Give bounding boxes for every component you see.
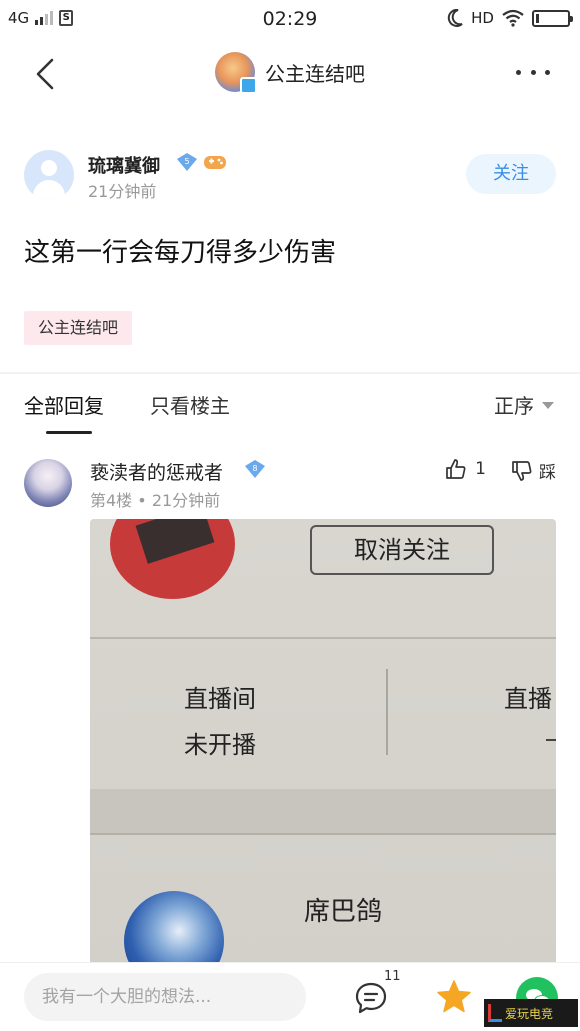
forum-avatar [215, 52, 257, 94]
thumbs-up-icon [446, 459, 466, 479]
reply-floor: 第4楼 [90, 491, 133, 510]
post-title: 这第一行会每刀得多少伤害 [24, 238, 337, 268]
thumbs-down-icon [512, 460, 532, 481]
image-dash [546, 739, 556, 741]
top-nav: 公主连结吧 [0, 42, 580, 106]
status-bar: 4G S 02:29 HD [0, 0, 580, 40]
section-divider [0, 372, 580, 374]
sort-label: 正序 [494, 394, 534, 418]
image-red-logo [110, 519, 235, 599]
post-author: 琉璃冀御 5 21分钟前 关注 [0, 148, 580, 208]
tab-owner-only[interactable]: 只看楼主 [150, 390, 230, 419]
image-profile-picture [124, 891, 224, 969]
more-icon[interactable] [516, 62, 550, 82]
reply-meta: 第4楼 • 21分钟前 [90, 487, 220, 511]
image-divider-2 [90, 833, 556, 835]
image-live-room-partial: 直播 [504, 685, 552, 713]
forum-title: 公主连结吧 [265, 61, 365, 86]
site-watermark: 爱玩电竞 [484, 999, 578, 1027]
reply-image[interactable]: 取消关注 直播间 未开播 直播 席巴鸽 [90, 519, 556, 969]
meta-separator: • [137, 491, 147, 510]
watermark-logo [488, 1004, 502, 1022]
post-time: 21分钟前 [88, 182, 157, 201]
forum-tag[interactable]: 公主连结吧 [24, 311, 133, 345]
caret-down-icon [542, 402, 554, 409]
reply-time: 21分钟前 [151, 491, 221, 510]
tab-indicator [46, 431, 92, 434]
dislike-label: 踩 [539, 463, 556, 483]
gamepad-icon [204, 156, 226, 169]
image-name-text: 席巴鸽 [304, 897, 383, 927]
moon-icon [447, 9, 463, 27]
status-right: HD [447, 9, 573, 27]
comment-count: 11 [384, 969, 401, 984]
author-name[interactable]: 琉璃冀御 [88, 152, 160, 178]
image-live-room-text: 直播间 [184, 685, 256, 713]
image-vertical-divider [386, 669, 388, 755]
dislike-button[interactable]: 踩 [511, 458, 556, 483]
reply-tabs: 全部回复 只看楼主 正序 [0, 384, 580, 436]
reply-avatar[interactable] [24, 459, 72, 507]
image-band [90, 789, 556, 833]
reply-input-wrapper[interactable] [24, 973, 306, 1021]
tab-all-replies[interactable]: 全部回复 [24, 390, 104, 419]
like-button[interactable]: 1 [445, 458, 486, 480]
reply-input[interactable] [24, 973, 306, 1021]
reply-author-level: 8 [252, 464, 257, 473]
level-badge-icon: 5 [177, 153, 197, 171]
star-icon[interactable] [436, 979, 472, 1015]
hd-label: HD [471, 9, 494, 27]
avatar[interactable] [24, 150, 74, 200]
level-badge-icon: 8 [245, 460, 265, 478]
image-not-live-text: 未开播 [184, 731, 256, 759]
comment-icon[interactable] [354, 981, 388, 1015]
reply-author-name[interactable]: 亵渎者的惩戒者 [90, 458, 223, 485]
image-unfollow-text: 取消关注 [310, 525, 494, 575]
follow-button[interactable]: 关注 [466, 154, 556, 194]
like-count: 1 [475, 459, 486, 479]
sort-button[interactable]: 正序 [494, 390, 554, 419]
author-level: 5 [184, 157, 189, 166]
watermark-text: 爱玩电竞 [505, 1006, 554, 1021]
forum-header[interactable]: 公主连结吧 [0, 52, 580, 94]
wifi-icon [502, 9, 524, 27]
author-badges: 5 [176, 152, 228, 172]
image-divider [90, 637, 556, 639]
battery-icon [532, 9, 573, 27]
